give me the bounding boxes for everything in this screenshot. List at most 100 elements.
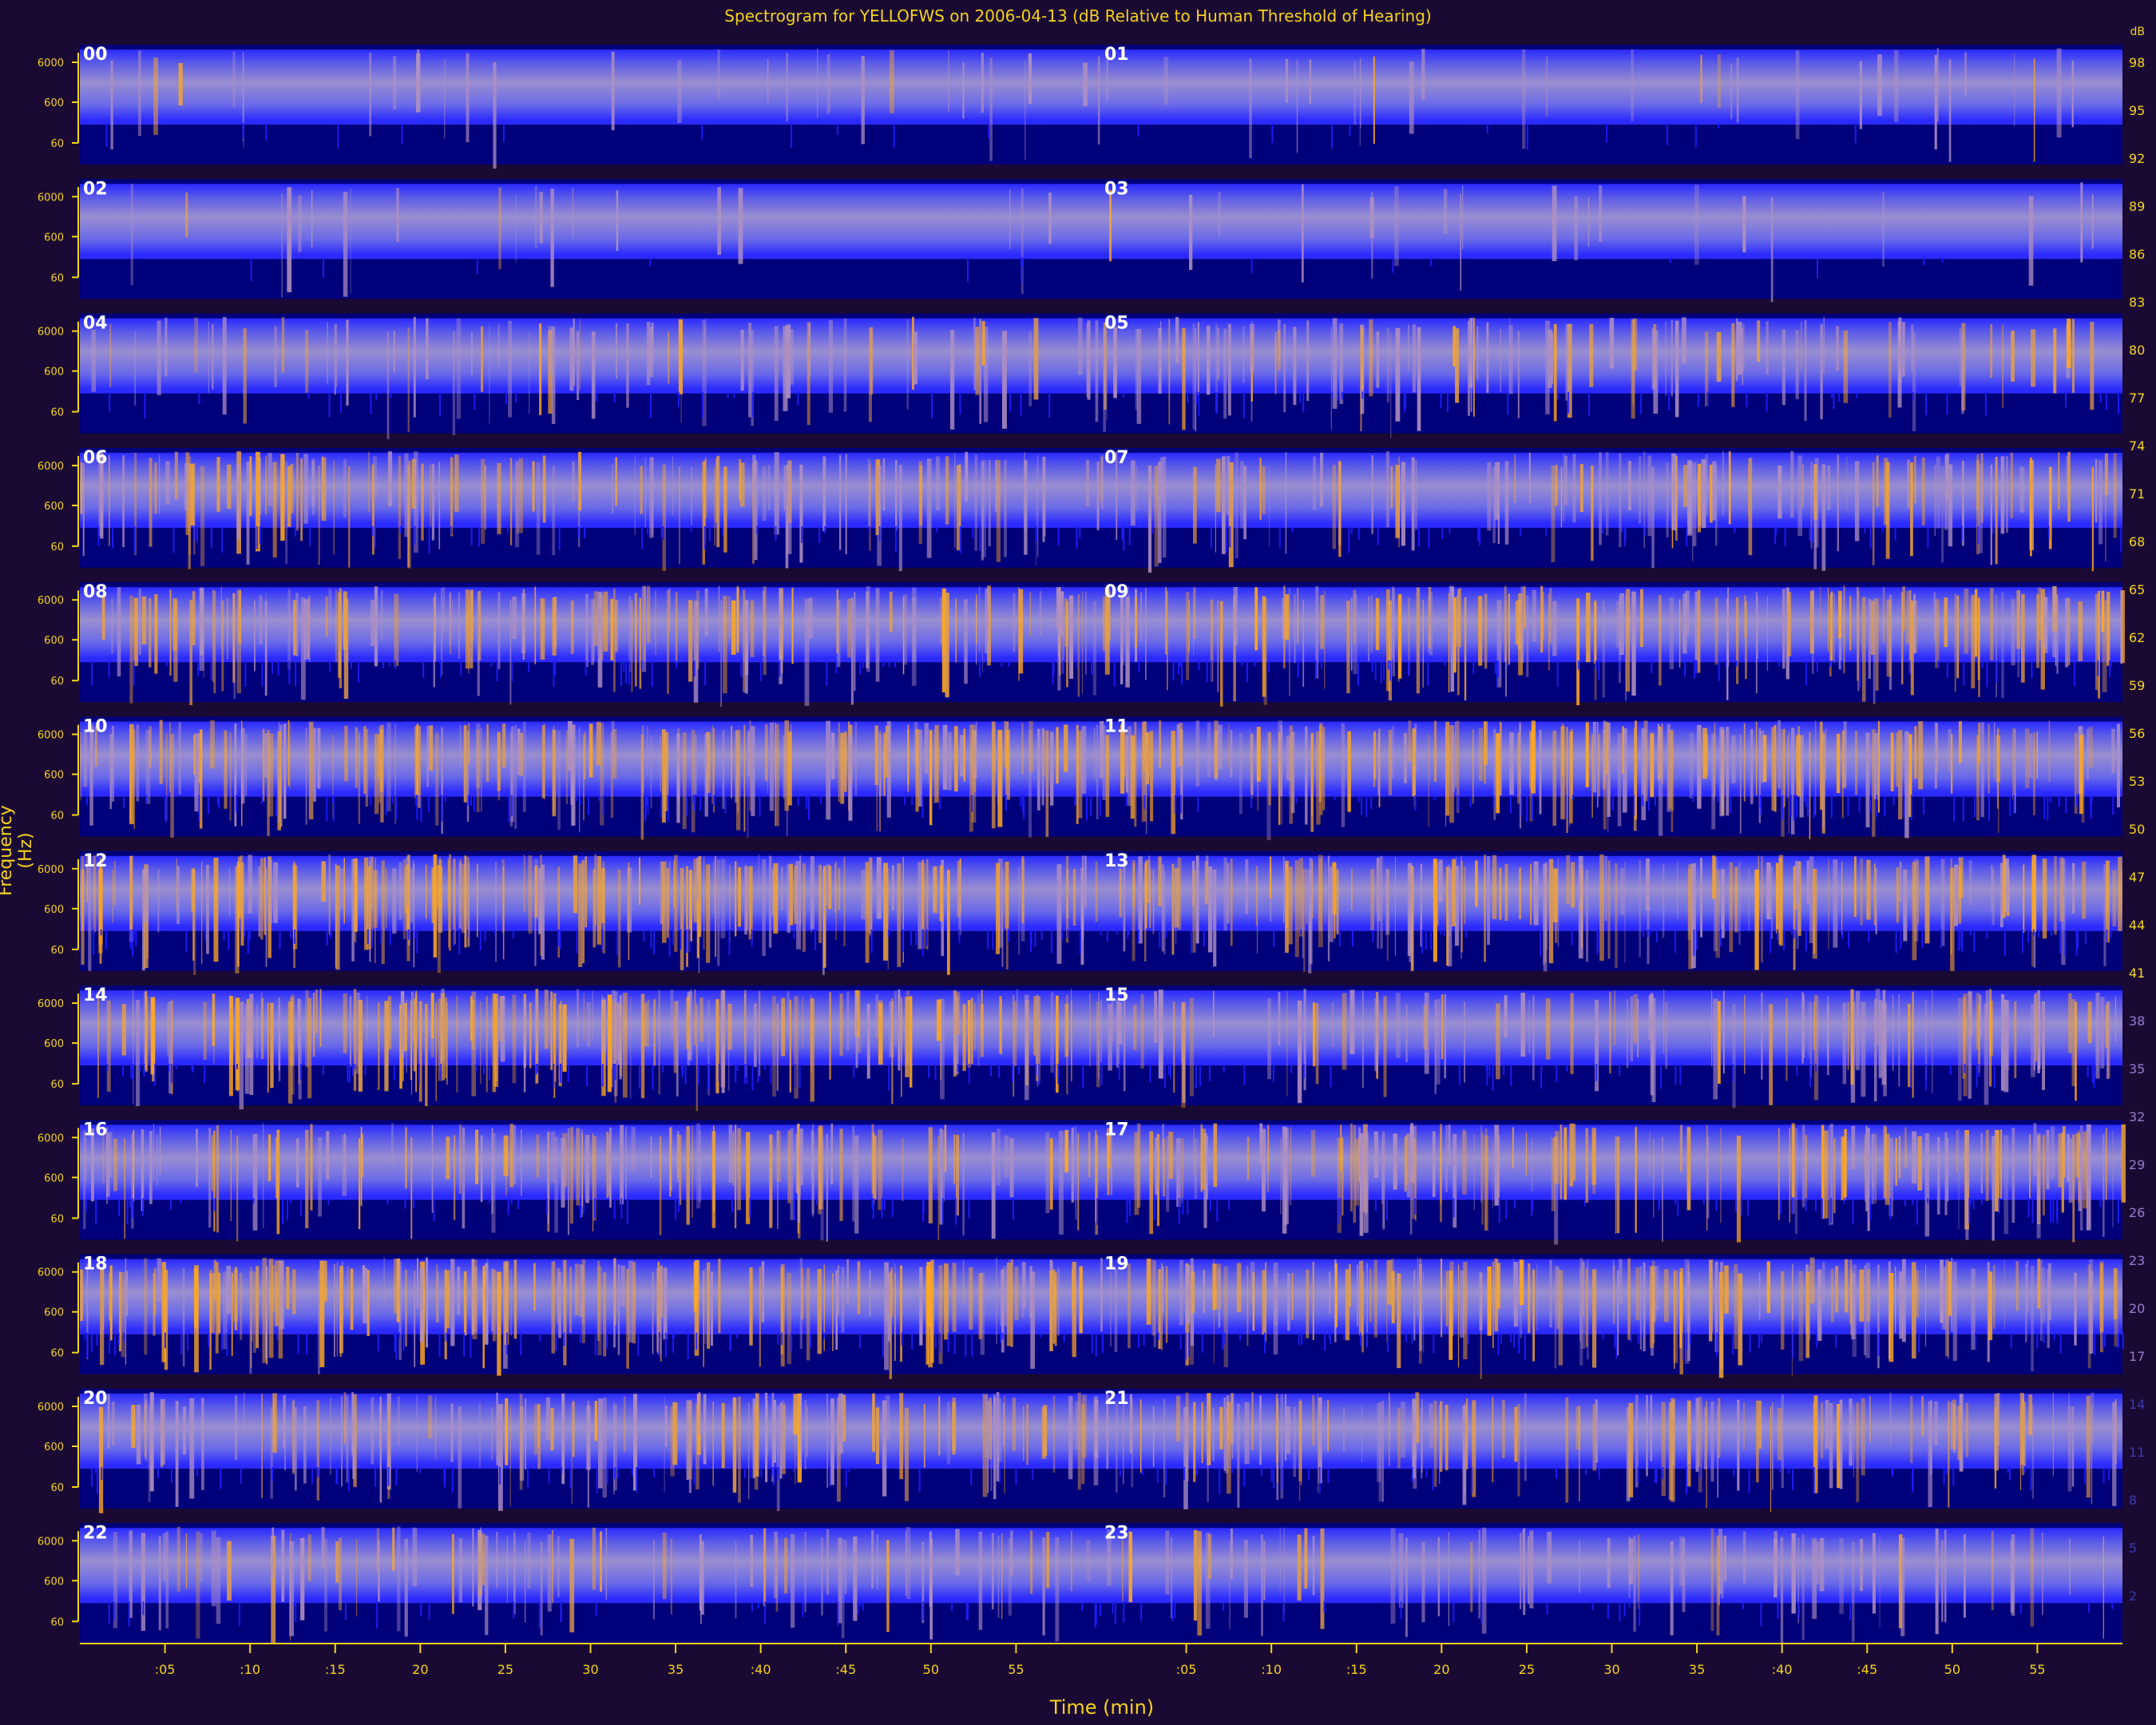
activity-streak (1769, 1004, 1774, 1105)
low-frequency-spike (1334, 795, 1336, 800)
low-frequency-spike (1718, 660, 1720, 681)
activity-streak (1873, 597, 1876, 704)
low-frequency-spike (493, 929, 496, 934)
low-frequency-spike (2088, 1601, 2091, 1613)
low-frequency-spike (1359, 1332, 1361, 1346)
activity-streak (1329, 1271, 1331, 1314)
low-frequency-spike (1447, 391, 1449, 413)
low-frequency-spike (1775, 525, 1778, 535)
activity-streak (1242, 325, 1245, 383)
low-frequency-spike (1969, 929, 1972, 936)
low-frequency-spike (309, 525, 311, 546)
activity-streak (838, 723, 840, 803)
activity-streak (1302, 184, 1304, 283)
low-frequency-spike (664, 1332, 667, 1358)
activity-streak (1609, 318, 1615, 369)
spectrum-band (80, 1124, 2122, 1199)
low-frequency-spike (1637, 1332, 1639, 1344)
low-frequency-spike (1177, 660, 1179, 675)
low-frequency-spike (2065, 795, 2067, 814)
activity-streak (1895, 1138, 1897, 1186)
activity-streak (577, 331, 580, 400)
x-tick-label: 55 (1008, 1662, 1024, 1677)
activity-streak (686, 1126, 690, 1225)
activity-streak (579, 319, 581, 391)
x-tick-label: :15 (325, 1662, 346, 1677)
activity-streak (1585, 722, 1589, 787)
low-frequency-spike (1273, 929, 1275, 946)
activity-streak (259, 595, 263, 644)
activity-streak (1639, 1266, 1642, 1350)
activity-streak (404, 453, 409, 537)
activity-streak (292, 1269, 296, 1315)
low-frequency-spike (1350, 525, 1353, 534)
activity-streak (1830, 1269, 1834, 1322)
activity-streak (434, 593, 436, 662)
low-frequency-spike (1215, 391, 1217, 414)
activity-streak (1961, 332, 1964, 414)
low-frequency-spike (1838, 391, 1841, 402)
activity-streak (935, 456, 940, 510)
activity-streak (80, 1269, 83, 1322)
low-frequency-spike (96, 1332, 98, 1346)
activity-streak (876, 857, 882, 919)
activity-streak (397, 1526, 401, 1632)
activity-streak (1289, 588, 1290, 696)
low-frequency-spike (779, 660, 781, 677)
low-frequency-spike (1001, 1332, 1004, 1340)
activity-streak (717, 187, 721, 256)
low-frequency-spike (579, 1198, 581, 1219)
activity-streak (497, 324, 500, 367)
low-frequency-spike (1760, 795, 1762, 815)
low-frequency-spike (1365, 795, 1368, 818)
activity-streak (1936, 456, 1941, 529)
low-frequency-spike (1066, 929, 1068, 938)
activity-streak (547, 1534, 552, 1612)
low-frequency-spike (2052, 1198, 2055, 1223)
activity-streak (1195, 720, 1200, 787)
activity-streak (248, 855, 253, 914)
hour-label: 19 (1104, 1255, 1129, 1275)
activity-streak (1254, 587, 1258, 651)
low-frequency-spike (1720, 929, 1722, 946)
low-frequency-spike (1655, 1467, 1658, 1484)
activity-streak (316, 1400, 319, 1501)
activity-streak (607, 994, 612, 1092)
low-frequency-spike (510, 795, 513, 816)
y-tick-label: 600 (44, 232, 64, 244)
activity-streak (1154, 466, 1159, 567)
activity-streak (210, 720, 215, 769)
low-frequency-spike (1471, 1467, 1473, 1493)
activity-streak (1700, 862, 1702, 912)
low-frequency-spike (2117, 1332, 2119, 1349)
activity-streak (1694, 184, 1699, 265)
activity-streak (678, 319, 683, 395)
activity-streak (717, 859, 720, 966)
activity-streak (991, 1533, 994, 1610)
activity-streak (979, 319, 982, 424)
activity-streak (1286, 1406, 1290, 1454)
activity-streak (1100, 999, 1103, 1062)
activity-streak (1985, 990, 1989, 1039)
activity-streak (1778, 855, 1784, 946)
activity-streak (1758, 1272, 1761, 1321)
activity-streak (533, 1404, 538, 1455)
activity-streak (1879, 1537, 1881, 1628)
activity-streak (2006, 456, 2008, 533)
activity-streak (267, 730, 270, 836)
activity-streak (1285, 860, 1289, 954)
activity-streak (1682, 1537, 1686, 1612)
activity-streak (1841, 1136, 1846, 1200)
low-frequency-spike (1651, 660, 1653, 674)
activity-streak (1669, 597, 1674, 670)
activity-streak (1761, 993, 1763, 1080)
low-frequency-spike (2027, 1198, 2030, 1217)
activity-streak (136, 724, 140, 802)
hour-label: 16 (83, 1120, 108, 1140)
low-frequency-spike (799, 1064, 801, 1089)
activity-streak (2120, 591, 2123, 664)
activity-streak (2091, 1404, 2093, 1505)
activity-streak (1001, 1533, 1003, 1620)
low-frequency-spike (306, 1332, 308, 1355)
activity-streak (706, 864, 711, 963)
